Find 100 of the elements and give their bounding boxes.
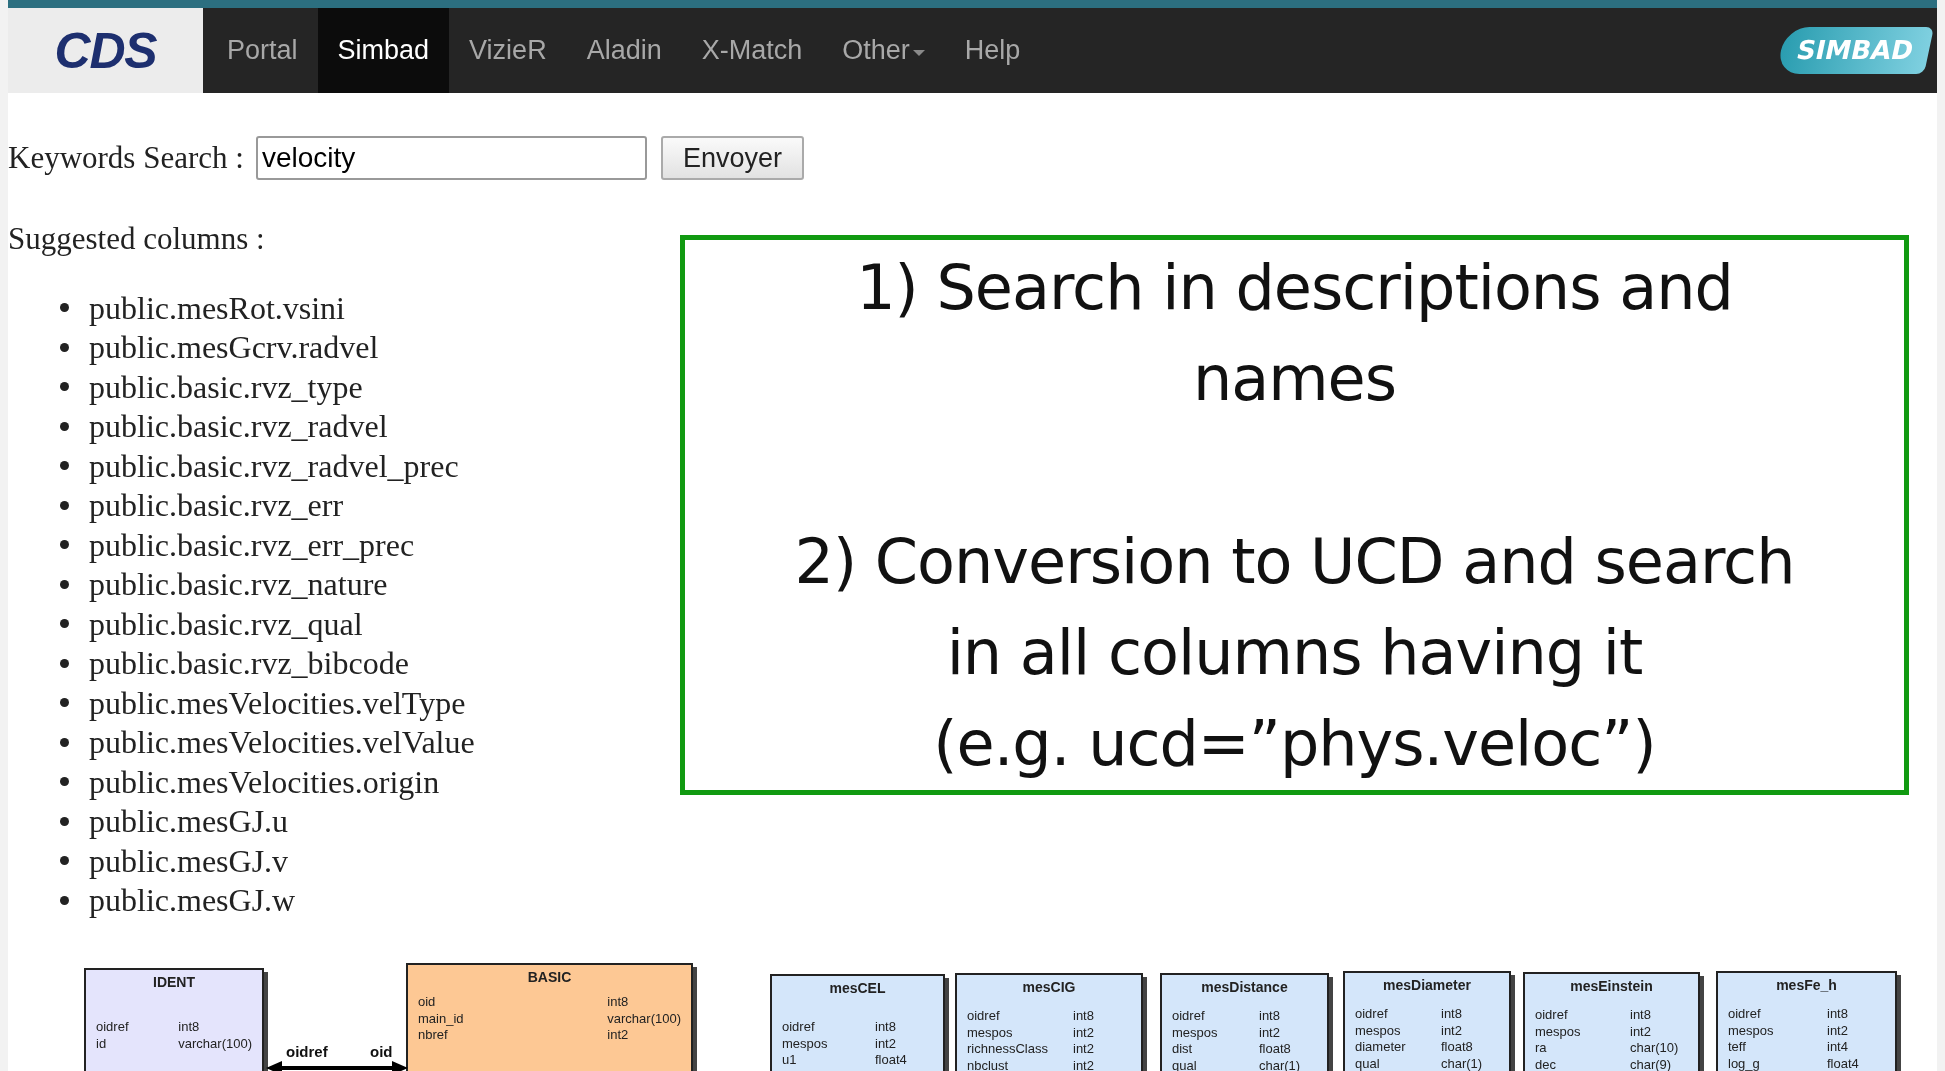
nav-tab[interactable]: Help <box>944 8 1041 93</box>
field-type: varchar(100) <box>607 1010 681 1027</box>
column-name: public.mesRot.vsini <box>89 291 345 324</box>
field-name: diameter <box>1355 1039 1407 1056</box>
column-name: public.mesGJ.w <box>89 884 296 917</box>
bullet-icon <box>60 579 69 589</box>
field-type: float8 <box>1441 1039 1474 1056</box>
field-name: log_g <box>1728 1055 1761 1071</box>
table-title: BASIC <box>527 968 572 987</box>
nav-tab[interactable]: Other <box>822 8 945 93</box>
field-name: ra <box>1535 1040 1548 1057</box>
suggested-heading: Suggested columns : <box>8 219 266 258</box>
field-type: int2 <box>1441 1022 1463 1039</box>
submit-button[interactable]: Envoyer <box>660 136 804 181</box>
field-name: u1 <box>782 1052 798 1069</box>
caret-icon <box>912 49 925 56</box>
bullet-icon <box>60 777 69 787</box>
field-type: char(1) <box>1441 1055 1484 1071</box>
column-name: public.mesVelocities.velType <box>89 686 466 719</box>
field-name: teff <box>1728 1039 1747 1056</box>
relation-label: oidref <box>286 1042 328 1062</box>
column-name: public.basic.rvz_bibcode <box>89 647 409 680</box>
table-title: mesEinstein <box>1570 977 1653 996</box>
field-name: oidref <box>96 1019 130 1036</box>
column-name: public.basic.rvz_radvel <box>89 410 388 443</box>
field-type: int8 <box>607 994 630 1011</box>
field-type: int2 <box>1630 1023 1652 1040</box>
field-name: mespos <box>1172 1024 1219 1041</box>
field-type: int8 <box>178 1019 201 1036</box>
field-name: nbref <box>418 1027 449 1044</box>
field-type: float8 <box>1259 1041 1292 1058</box>
callout-text: 2) Conversion to UCD and search in all columns having it (e.g. ucd=”phys.veloc”) <box>794 523 1795 782</box>
field-type: float4 <box>875 1052 908 1069</box>
field-name: mespos <box>1728 1022 1775 1039</box>
field-name: oidref <box>1728 1006 1762 1023</box>
field-type: int2 <box>1073 1057 1095 1071</box>
field-name: main_id <box>418 1010 465 1027</box>
field-name: id <box>96 1035 108 1052</box>
bullet-icon <box>60 698 69 708</box>
field-name: oidref <box>1355 1006 1389 1023</box>
nav-tab[interactable]: X-Match <box>681 8 823 93</box>
bullet-icon <box>60 461 69 471</box>
column-name: public.basic.rvz_qual <box>89 607 363 640</box>
field-type: int8 <box>1441 1006 1463 1023</box>
bullet-icon <box>60 421 69 431</box>
bullet-icon <box>60 895 69 905</box>
field-type: int2 <box>875 1035 897 1052</box>
table-title: mesFe_h <box>1776 976 1837 995</box>
field-type: int2 <box>1073 1024 1095 1041</box>
table-title: mesDistance <box>1201 978 1288 997</box>
field-name: dist <box>1172 1041 1194 1058</box>
bullet-icon <box>60 342 69 352</box>
field-name: mespos <box>967 1024 1014 1041</box>
field-type: int2 <box>1073 1041 1095 1058</box>
field-name: oidref <box>1172 1008 1206 1025</box>
column-name: public.mesVelocities.velValue <box>89 726 475 759</box>
column-name: public.basic.rvz_nature <box>89 568 388 601</box>
column-name: public.mesGJ.v <box>89 844 289 877</box>
field-type: int2 <box>607 1027 630 1044</box>
field-name: qual <box>1355 1055 1381 1071</box>
relation-label: oid <box>370 1042 393 1062</box>
nav-tab[interactable]: VizieR <box>449 8 567 93</box>
table-title: mesCEL <box>829 979 886 998</box>
field-type: int8 <box>1827 1006 1849 1023</box>
bullet-icon <box>60 737 69 747</box>
bullet-icon <box>60 816 69 826</box>
table-title: IDENT <box>153 973 195 992</box>
column-name: public.mesVelocities.origin <box>89 765 440 798</box>
bullet-icon <box>60 500 69 510</box>
field-name: nbclust <box>967 1057 1010 1071</box>
cds-logo[interactable]: CDS <box>8 8 203 93</box>
field-name: oidref <box>967 1008 1001 1025</box>
field-name: mespos <box>782 1035 829 1052</box>
search-field[interactable]: velocity <box>255 136 647 181</box>
field-name: oidref <box>1535 1007 1569 1024</box>
search-label: Keywords Search : <box>8 139 244 177</box>
field-type: int8 <box>875 1019 897 1036</box>
field-name: richnessClass <box>967 1041 1049 1058</box>
field-type: int4 <box>1827 1039 1849 1056</box>
column-name: public.mesGJ.u <box>89 805 289 838</box>
field-name: mespos <box>1535 1023 1582 1040</box>
column-name: public.basic.rvz_radvel_prec <box>89 449 459 482</box>
table-title: mesCIG <box>1022 978 1076 997</box>
nav-tab[interactable]: Aladin <box>566 8 682 93</box>
double-arrow-icon <box>266 1061 408 1071</box>
field-name: oid <box>418 994 437 1011</box>
field-name: oidref <box>782 1019 816 1036</box>
field-type: char(10) <box>1630 1040 1680 1057</box>
bullet-icon <box>60 856 69 866</box>
field-name: dec <box>1535 1056 1557 1071</box>
field-type: varchar(100) <box>178 1035 252 1052</box>
field-type: float4 <box>1827 1055 1860 1071</box>
nav-tab[interactable]: Simbad <box>317 8 450 93</box>
bullet-icon <box>60 303 69 313</box>
nav-tab[interactable]: Portal <box>207 8 318 93</box>
bullet-icon <box>60 540 69 550</box>
field-name: mespos <box>1355 1022 1402 1039</box>
callout-text: 1) Search in descriptions and names <box>856 249 1733 417</box>
bullet-icon <box>60 382 69 392</box>
column-name: public.basic.rvz_type <box>89 370 363 403</box>
